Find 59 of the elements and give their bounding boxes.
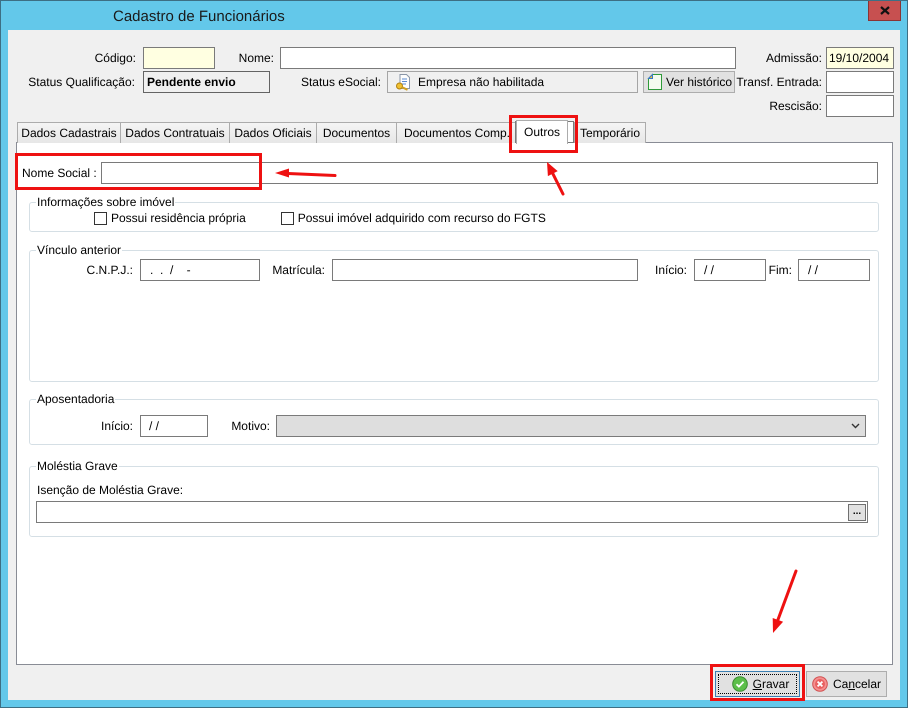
status-text: Empresa não habilitada [418, 75, 544, 89]
input-field[interactable]: ... [36, 501, 868, 523]
field-label: Status Qualificação: [27, 74, 136, 91]
field-label: Motivo: [230, 418, 271, 435]
input-field[interactable] [101, 162, 878, 184]
date-field[interactable]: / / [140, 415, 208, 437]
field-label: Fim: [768, 262, 793, 279]
field-label: Nome Social : [22, 165, 98, 182]
tab[interactable]: Dados Contratuais [120, 122, 229, 143]
cnpj-field[interactable]: . . / - [140, 259, 260, 281]
tab[interactable]: Documentos [316, 122, 396, 143]
cancel-icon [812, 676, 828, 692]
checkbox-label: Possui imóvel adquirido com recurso do FGTS [298, 211, 546, 225]
field-label: Matrícula: [271, 262, 326, 279]
cancel-button[interactable]: Cancelar [806, 671, 887, 697]
field-label: Admissão: [764, 50, 823, 67]
history-button[interactable]: Ver histórico [643, 71, 735, 93]
close-button[interactable] [868, 1, 901, 21]
group-title: Moléstia Grave [36, 459, 119, 473]
field-label: Isenção de Moléstia Grave: [37, 483, 184, 497]
tab[interactable]: Dados Cadastrais [17, 122, 120, 143]
status-field: Pendente envio [143, 71, 270, 93]
checkbox[interactable] [94, 212, 107, 224]
tab[interactable]: Temporário [574, 122, 646, 143]
group-title: Vínculo anterior [36, 243, 122, 257]
check-circle-icon [732, 676, 748, 692]
field-label: Início: [100, 418, 134, 435]
name-field[interactable] [280, 47, 736, 69]
date-field[interactable]: 19/10/2004 [826, 47, 894, 69]
input-field[interactable] [332, 259, 638, 281]
group-title: Aposentadoria [36, 392, 116, 406]
field-label: Status eSocial: [300, 74, 382, 91]
field-label: Início: [654, 262, 688, 279]
tab[interactable]: Documentos Comp. [396, 122, 517, 143]
date-field[interactable]: / / [694, 259, 766, 281]
code-field[interactable] [143, 47, 215, 69]
date-field[interactable] [826, 95, 894, 117]
field-label: Código: [94, 50, 137, 67]
checkbox-label: Possui residência própria [111, 211, 246, 225]
field-label: Transf. Entrada: [735, 74, 823, 91]
date-field[interactable]: / / [798, 259, 870, 281]
checkbox[interactable] [280, 212, 294, 224]
tab[interactable]: Dados Oficiais [229, 122, 316, 143]
ellipsis-button[interactable]: ... [848, 504, 866, 520]
field-label: Nome: [238, 50, 275, 67]
page-icon [647, 73, 663, 91]
field-label: C.N.P.J.: [86, 262, 134, 279]
tab[interactable]: Outros [516, 120, 568, 144]
document-key-icon [395, 73, 411, 91]
chevron-down-icon [851, 423, 860, 429]
annotation-arrow [772, 570, 798, 633]
annotation-arrow [275, 168, 336, 178]
window-title: Cadastro de Funcionários [113, 8, 285, 24]
date-field[interactable] [826, 71, 894, 93]
annotation-arrow [547, 162, 564, 196]
save-button[interactable]: Gravar [715, 671, 800, 697]
close-icon [880, 6, 890, 14]
field-label: Rescisão: [769, 98, 823, 115]
group-title: Informações sobre imóvel [36, 195, 176, 209]
